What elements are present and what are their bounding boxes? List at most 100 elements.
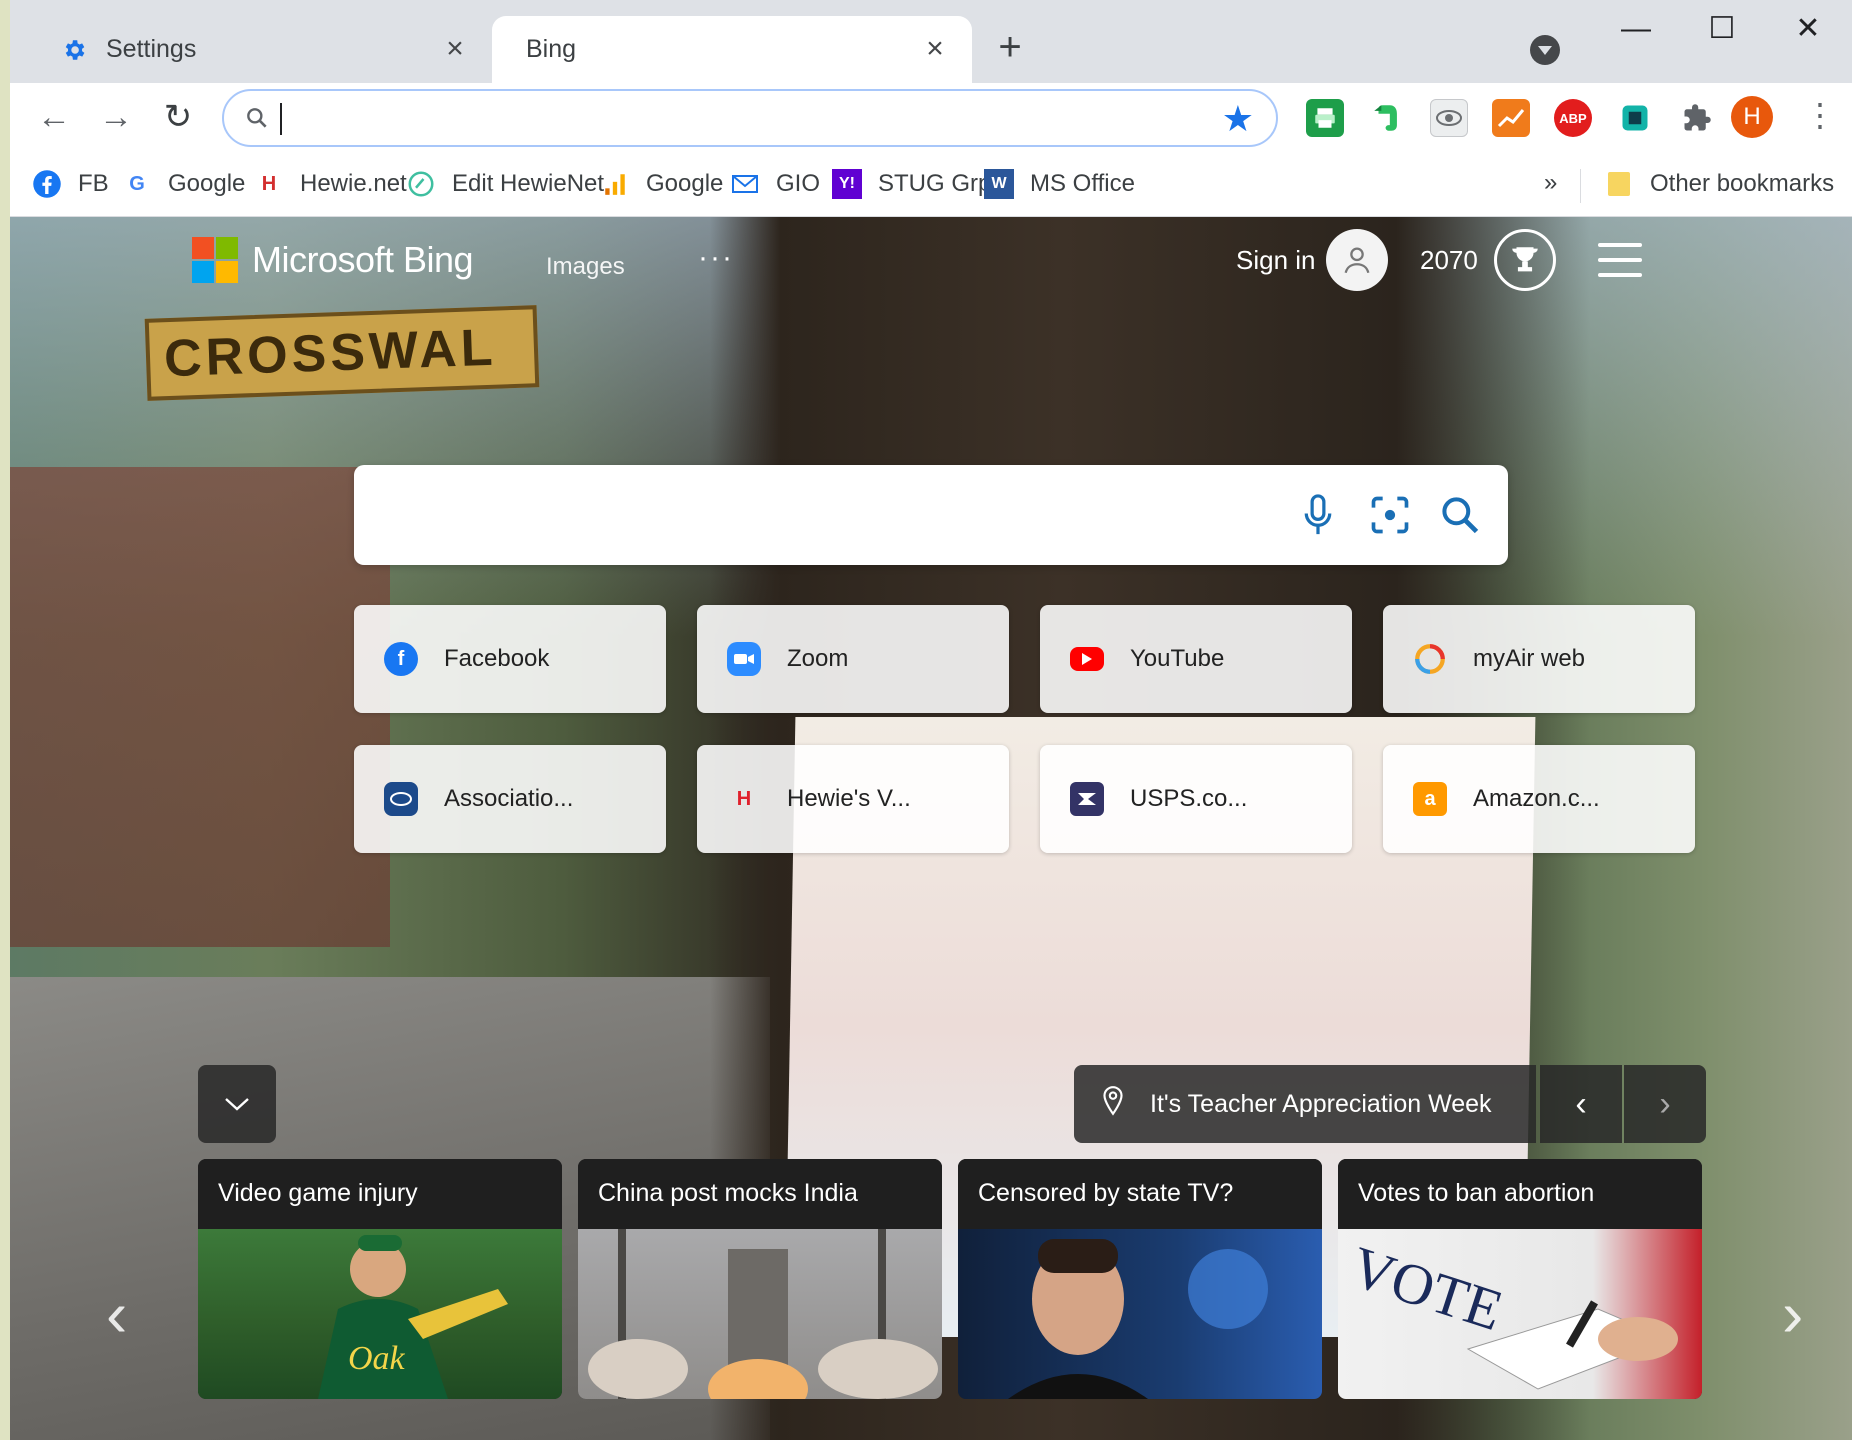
- search-icon[interactable]: [1436, 491, 1484, 539]
- collapse-button[interactable]: [198, 1065, 276, 1143]
- bookmark-edit-hewienet[interactable]: Edit HewieNet: [406, 165, 604, 203]
- minimize-button[interactable]: —: [1606, 4, 1666, 54]
- rewards-points[interactable]: 2070: [1420, 245, 1478, 276]
- close-window-button[interactable]: ✕: [1778, 4, 1838, 54]
- news-image: [958, 1229, 1322, 1399]
- bookmark-ms-office[interactable]: W MS Office: [984, 165, 1135, 203]
- bookmark-star-icon[interactable]: ★: [1222, 97, 1254, 141]
- more-bookmarks-button[interactable]: »: [1544, 169, 1557, 197]
- eye-icon[interactable]: [1430, 99, 1468, 137]
- tab-title: Settings: [106, 35, 197, 63]
- chart-icon[interactable]: [1492, 99, 1530, 137]
- back-button[interactable]: ←: [32, 95, 76, 139]
- news-card[interactable]: Video game injury Oak: [198, 1159, 562, 1399]
- bookmark-gio[interactable]: GIO: [730, 165, 820, 203]
- user-avatar-icon[interactable]: [1326, 229, 1388, 291]
- other-bookmarks-folder[interactable]: Other bookmarks: [1604, 165, 1834, 203]
- svg-text:VOTE: VOTE: [1343, 1234, 1510, 1344]
- word-icon: W: [984, 169, 1014, 199]
- folder-icon: [1604, 169, 1634, 199]
- quick-link-label: Hewie's V...: [787, 785, 911, 812]
- quick-link-label: Zoom: [787, 645, 849, 672]
- bing-search-box[interactable]: [354, 465, 1508, 565]
- quick-link-myair[interactable]: myAir web: [1383, 605, 1695, 713]
- quick-link-association[interactable]: Associatio...: [354, 745, 666, 853]
- news-title: Video game injury: [198, 1159, 562, 1229]
- bookmark-label: GIO: [776, 170, 821, 197]
- nav-more-button[interactable]: ···: [698, 241, 734, 275]
- quick-link-label: USPS.co...: [1130, 785, 1248, 812]
- bookmark-label: Edit HewieNet: [452, 170, 605, 197]
- quick-link-amazon[interactable]: a Amazon.c...: [1383, 745, 1695, 853]
- close-tab-icon[interactable]: ×: [920, 34, 950, 64]
- quick-link-label: YouTube: [1130, 645, 1225, 672]
- address-bar[interactable]: ★: [222, 89, 1278, 147]
- tab-title: Bing: [526, 35, 577, 63]
- trophy-icon[interactable]: [1494, 229, 1556, 291]
- mail-icon: [730, 169, 760, 199]
- tab-strip: Settings × Bing × + — ☐ ✕: [10, 0, 1852, 83]
- quick-link-label: Associatio...: [444, 785, 574, 812]
- location-pin-icon: [1100, 1085, 1126, 1124]
- bing-logo[interactable]: Microsoft Bing: [192, 237, 474, 283]
- bookmark-label: Google: [168, 170, 246, 197]
- more-menu-icon[interactable]: ⋮: [1804, 97, 1836, 137]
- youtube-icon: [1070, 647, 1104, 671]
- news-card[interactable]: Votes to ban abortion VOTE: [1338, 1159, 1702, 1399]
- sign-in-link[interactable]: Sign in: [1236, 245, 1316, 276]
- maximize-button[interactable]: ☐: [1692, 4, 1752, 54]
- bookmark-fb[interactable]: FB: [32, 165, 109, 203]
- previous-image-button[interactable]: ‹: [1540, 1065, 1622, 1143]
- microphone-icon[interactable]: [1294, 491, 1342, 539]
- quick-link-facebook[interactable]: f Facebook: [354, 605, 666, 713]
- news-card[interactable]: Censored by state TV?: [958, 1159, 1322, 1399]
- evernote-icon[interactable]: [1368, 99, 1406, 137]
- screenshot-icon[interactable]: [1616, 99, 1654, 137]
- forward-button[interactable]: →: [94, 95, 138, 139]
- association-icon: [384, 782, 418, 816]
- browser-window: Settings × Bing × + — ☐ ✕ ← → ↻ ★ ABP H …: [10, 0, 1852, 1440]
- next-image-button[interactable]: ›: [1624, 1065, 1706, 1143]
- image-caption[interactable]: It's Teacher Appreciation Week: [1074, 1065, 1536, 1143]
- google-icon: G: [129, 172, 145, 195]
- bookmark-hewie-net[interactable]: H Hewie.net: [254, 165, 407, 203]
- news-title: China post mocks India: [578, 1159, 942, 1229]
- svg-text:Oak: Oak: [348, 1340, 406, 1377]
- tab-search-icon[interactable]: [1530, 35, 1560, 65]
- bookmark-google[interactable]: G Google: [122, 165, 245, 203]
- gear-icon: [60, 36, 88, 64]
- quick-link-hewies[interactable]: H Hewie's V...: [697, 745, 1009, 853]
- tab-bing[interactable]: Bing ×: [492, 16, 972, 83]
- microsoft-logo-icon: [192, 237, 238, 283]
- quick-link-zoom[interactable]: Zoom: [697, 605, 1009, 713]
- tab-settings[interactable]: Settings ×: [32, 16, 492, 83]
- bookmark-stug-grp[interactable]: Y! STUG Grp: [832, 165, 991, 203]
- zoom-icon: [727, 642, 761, 676]
- close-tab-icon[interactable]: ×: [440, 34, 470, 64]
- news-card[interactable]: China post mocks India: [578, 1159, 942, 1399]
- reload-button[interactable]: ↻: [156, 95, 200, 139]
- adblock-icon[interactable]: ABP: [1554, 99, 1592, 137]
- printer-icon[interactable]: [1306, 99, 1344, 137]
- quick-link-label: Amazon.c...: [1473, 785, 1600, 812]
- background-sign: CROSSWAL: [144, 305, 540, 401]
- profile-avatar[interactable]: H: [1731, 96, 1773, 138]
- edit-icon: [406, 169, 436, 199]
- hamburger-menu-icon[interactable]: [1598, 243, 1642, 277]
- bookmark-google-analytics[interactable]: Google: [600, 165, 723, 203]
- nav-images-link[interactable]: Images: [546, 253, 625, 281]
- quick-link-youtube[interactable]: YouTube: [1040, 605, 1352, 713]
- news-title: Censored by state TV?: [958, 1159, 1322, 1229]
- news-prev-arrow-icon[interactable]: ‹: [106, 1277, 127, 1351]
- news-image: [578, 1229, 942, 1399]
- news-next-arrow-icon[interactable]: ›: [1782, 1277, 1803, 1351]
- chevron-down-icon: [225, 1098, 249, 1111]
- new-tab-button[interactable]: +: [990, 27, 1030, 68]
- visual-search-icon[interactable]: [1366, 491, 1414, 539]
- bookmark-label: FB: [78, 170, 109, 197]
- search-icon: [244, 105, 270, 136]
- bookmark-label: STUG Grp: [878, 170, 992, 197]
- puzzle-icon[interactable]: [1678, 99, 1716, 137]
- logo-text: Microsoft Bing: [252, 239, 474, 280]
- quick-link-usps[interactable]: USPS.co...: [1040, 745, 1352, 853]
